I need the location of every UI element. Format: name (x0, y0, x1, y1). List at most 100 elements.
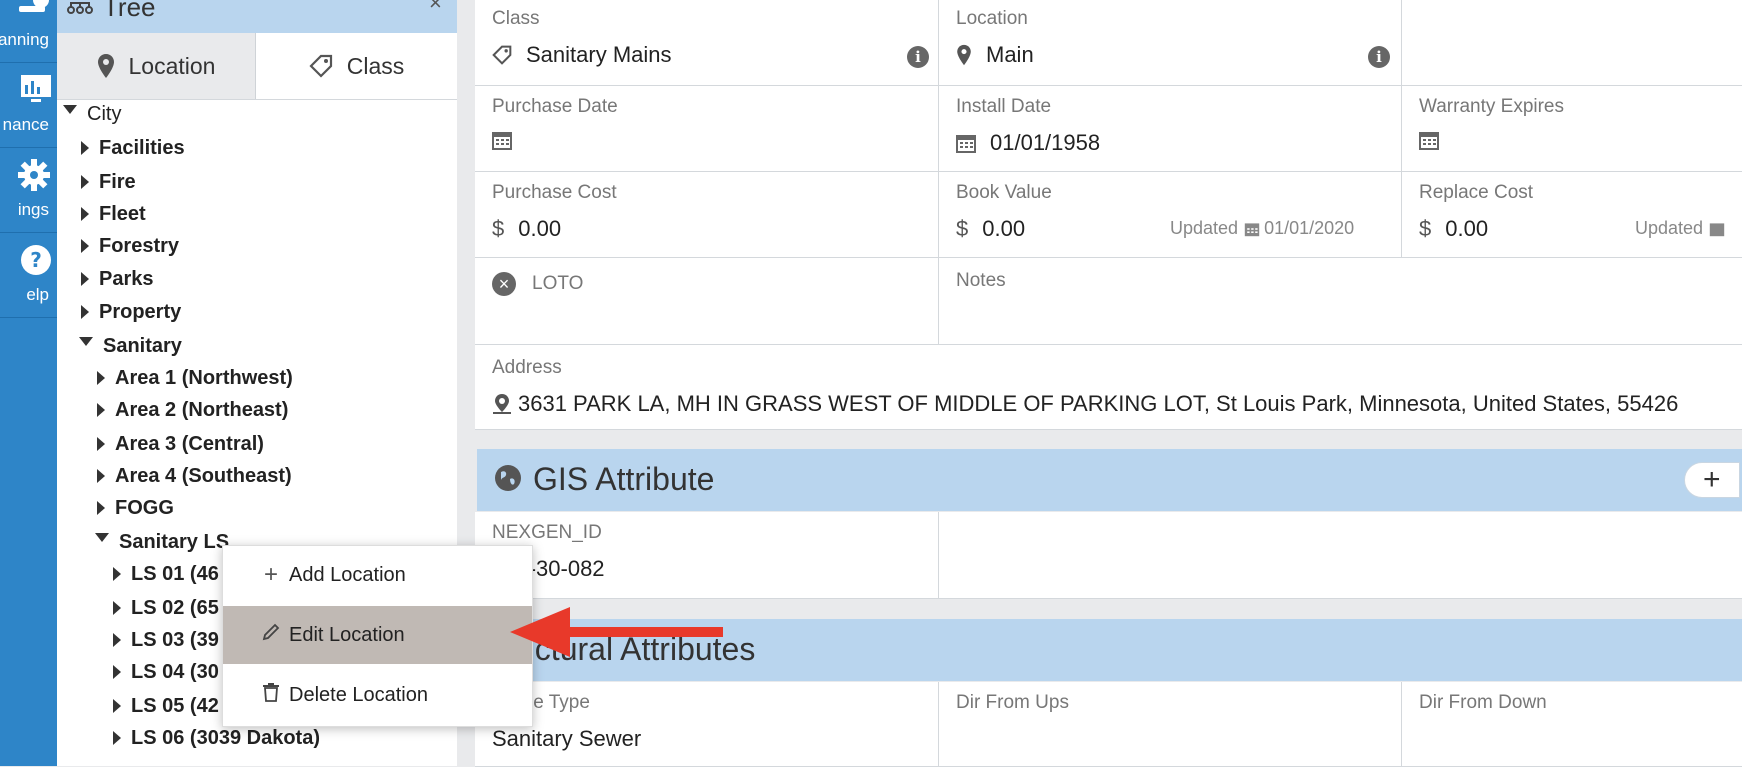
tree-node-ls03[interactable]: LS 03 (39 (113, 626, 219, 654)
tree-node-fire[interactable]: Fire (81, 168, 136, 196)
tree-node-property[interactable]: Property (81, 298, 181, 326)
tree-node-parks[interactable]: Parks (81, 265, 154, 293)
caret-right-icon[interactable] (97, 403, 105, 417)
purchase-cost-value[interactable]: $ 0.00 (492, 216, 561, 242)
rail-item-settings[interactable]: ings (0, 148, 57, 233)
loto-label: LOTO (532, 273, 584, 294)
caret-right-icon[interactable] (113, 601, 121, 615)
globe-icon (493, 463, 523, 498)
caret-right-icon[interactable] (113, 731, 121, 745)
install-date-value[interactable]: 01/01/1958 (956, 130, 1100, 156)
gis-section-header[interactable]: GIS Attribute (477, 449, 1742, 511)
tree-node-ls05[interactable]: LS 05 (42 (113, 692, 219, 720)
tree-node-ls06[interactable]: LS 06 (3039 Dakota) (113, 724, 320, 752)
caret-down-icon[interactable] (95, 532, 109, 542)
caret-right-icon[interactable] (97, 469, 105, 483)
help-icon: ? (21, 243, 51, 282)
tree-node-area2[interactable]: Area 2 (Northeast) (97, 396, 288, 424)
caret-right-icon[interactable] (97, 437, 105, 451)
warranty-value[interactable] (1419, 130, 1453, 150)
caret-right-icon[interactable] (81, 239, 89, 253)
caret-down-icon[interactable] (79, 336, 93, 346)
replace-cost-label: Replace Cost (1419, 182, 1534, 203)
tree-node-label: Fleet (99, 202, 146, 225)
caret-right-icon[interactable] (81, 175, 89, 189)
book-value-value[interactable]: $ 0.00 (956, 216, 1025, 242)
book-value-updated: Updated 01/01/2020 (1170, 218, 1354, 239)
tree-node-label: Sanitary (103, 334, 182, 357)
tree-node-label: LS 02 (65 (131, 596, 219, 619)
caret-right-icon[interactable] (113, 567, 121, 581)
dollar-icon: $ (956, 216, 969, 241)
annotation-arrow-icon (510, 607, 723, 657)
plus-icon: + (1703, 463, 1721, 496)
address-value[interactable]: 3631 PARK LA, MH IN GRASS WEST OF MIDDLE… (492, 391, 1678, 417)
caret-right-icon[interactable] (113, 665, 121, 679)
tree-node-facilities[interactable]: Facilities (81, 134, 185, 162)
tab-location[interactable]: Location (57, 33, 256, 99)
edit-location-menu-item[interactable]: Edit Location (223, 606, 532, 664)
map-pin-icon (97, 54, 114, 78)
purchase-date-value[interactable] (492, 130, 526, 150)
tree-node-label: Area 3 (Central) (115, 432, 264, 455)
tree-node-ls01[interactable]: LS 01 (46 (113, 560, 219, 588)
add-location-menu-item[interactable]: + Add Location (223, 546, 532, 604)
delete-location-menu-item[interactable]: Delete Location (223, 666, 532, 724)
warranty-field: Warranty Expires (1402, 86, 1742, 172)
tab-class-label: Class (346, 52, 405, 79)
pencil-icon (259, 622, 283, 648)
caret-right-icon[interactable] (113, 633, 121, 647)
tree-node-label: Sanitary LS (119, 530, 230, 553)
location-value-text: Main (986, 42, 1034, 67)
rail-item-planning[interactable]: anning (0, 0, 57, 63)
tree-node-sanitary[interactable]: Sanitary (79, 332, 182, 360)
book-value-text: 0.00 (982, 216, 1026, 241)
caret-right-icon[interactable] (97, 371, 105, 385)
tree-node-ls04[interactable]: LS 04 (30 (113, 658, 219, 686)
info-icon[interactable]: i (907, 46, 929, 68)
caret-down-icon[interactable] (63, 104, 77, 114)
gear-icon (17, 158, 51, 197)
install-date-label: Install Date (956, 96, 1052, 117)
notes-label: Notes (956, 270, 1006, 291)
menu-item-label: Edit Location (289, 623, 405, 646)
caret-right-icon[interactable] (81, 141, 89, 155)
caret-right-icon[interactable] (81, 207, 89, 221)
purchase-cost-field: Purchase Cost $ 0.00 (475, 172, 939, 258)
line-type-text: Sanitary Sewer (492, 726, 642, 751)
tree-node-forestry[interactable]: Forestry (81, 232, 179, 260)
install-date-text: 01/01/1958 (990, 130, 1101, 155)
loto-toggle[interactable]: × LOTO (492, 272, 583, 296)
updated-label: Updated (1170, 218, 1239, 238)
notes-field[interactable]: Notes (939, 258, 1742, 345)
caret-right-icon[interactable] (81, 272, 89, 286)
tree-node-label: LS 06 (3039 Dakota) (131, 726, 320, 749)
add-gis-attribute-button[interactable]: + (1684, 462, 1740, 498)
purchase-date-field: Purchase Date (475, 86, 939, 172)
caret-right-icon[interactable] (113, 699, 121, 713)
nexgen-id-field: NEXGEN_ID 081-30-082 (475, 512, 939, 599)
tree-node-area4[interactable]: Area 4 (Southeast) (97, 462, 292, 490)
tree-node-area3[interactable]: Area 3 (Central) (97, 430, 264, 458)
purchase-cost-text: 0.00 (518, 216, 562, 241)
caret-right-icon[interactable] (97, 501, 105, 515)
rail-item-maintenance[interactable]: nance (0, 63, 57, 148)
loto-field: × LOTO (475, 258, 939, 345)
rail-item-help[interactable]: ? elp (0, 233, 57, 318)
rail-label: anning (0, 30, 49, 49)
tree-node-fogg[interactable]: FOGG (97, 494, 174, 522)
caret-right-icon[interactable] (81, 305, 89, 319)
replace-cost-value[interactable]: $ 0.00 (1419, 216, 1488, 242)
tab-class[interactable]: Class (256, 33, 457, 99)
tree-node-city[interactable]: City (63, 100, 121, 128)
tree-node-fleet[interactable]: Fleet (81, 200, 146, 228)
class-value: Sanitary Mains (492, 42, 672, 68)
tag-icon (492, 45, 512, 65)
tree-node-ls02[interactable]: LS 02 (65 (113, 594, 219, 622)
collapse-icon[interactable]: × (429, 0, 442, 16)
tree-node-area1[interactable]: Area 1 (Northwest) (97, 364, 293, 392)
tree-node-sanitary-ls[interactable]: Sanitary LS (95, 528, 229, 556)
warranty-label: Warranty Expires (1419, 96, 1564, 117)
line-type-value: Sanitary Sewer (492, 726, 641, 752)
info-icon[interactable]: i (1368, 46, 1390, 68)
